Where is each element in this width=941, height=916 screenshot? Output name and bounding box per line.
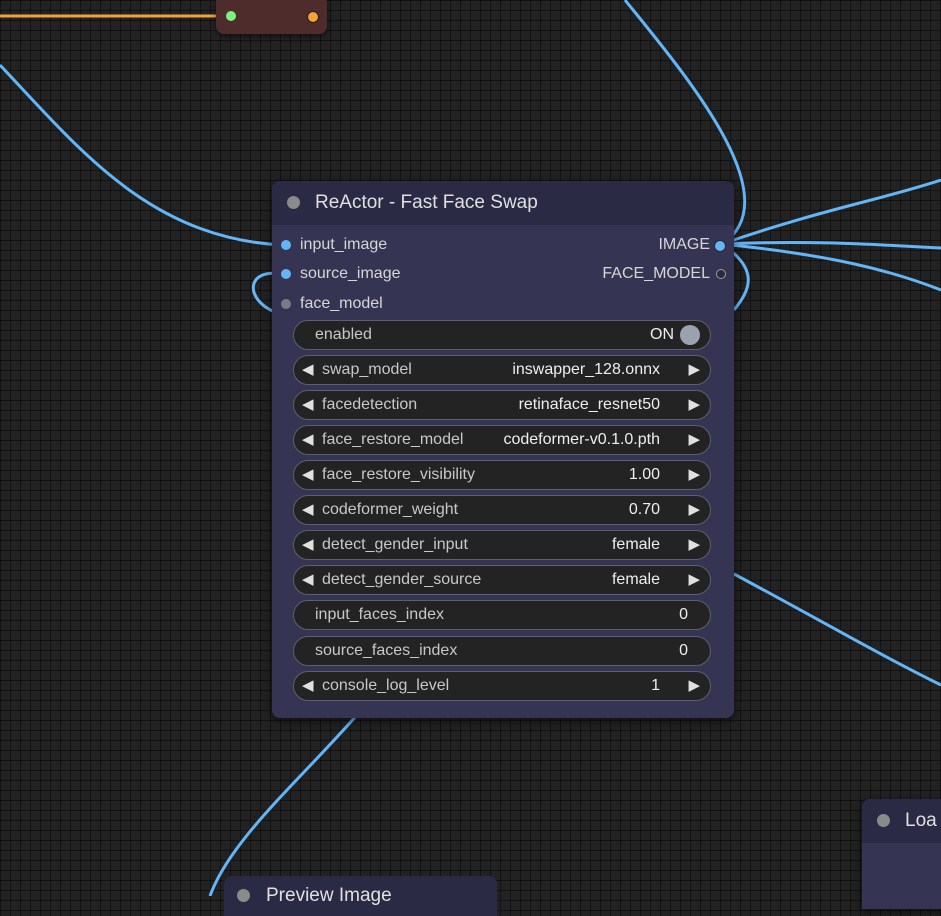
widget-label: facedetection: [322, 396, 418, 413]
arrow-left-icon[interactable]: ◀: [302, 496, 314, 524]
widget-label: face_restore_visibility: [322, 466, 475, 483]
arrow-right-icon[interactable]: ▶: [688, 496, 700, 524]
node-title: Preview Image: [266, 885, 392, 906]
widget-value: ON: [650, 326, 674, 343]
widget-input-faces-index[interactable]: input_faces_index 0: [293, 600, 711, 630]
slot-dot-icon[interactable]: [281, 269, 291, 279]
widget-source-faces-index[interactable]: source_faces_index 0: [293, 636, 711, 666]
input-slot-source-image[interactable]: source_image: [281, 263, 481, 285]
wire-right-lower: [733, 572, 941, 687]
widget-codeformer-weight[interactable]: ◀ codeformer_weight 0.70 ▶: [293, 495, 711, 525]
arrow-right-icon[interactable]: ▶: [688, 531, 700, 559]
slot-dot-icon[interactable]: [716, 269, 726, 279]
slot-dot-icon[interactable]: [281, 299, 291, 309]
arrow-left-icon[interactable]: ◀: [302, 461, 314, 489]
output-slot-face-model[interactable]: FACE_MODEL: [526, 263, 726, 285]
slot-dot-icon[interactable]: [281, 240, 291, 250]
reroute-node[interactable]: [216, 0, 327, 34]
arrow-left-icon[interactable]: ◀: [302, 672, 314, 700]
node-title: ReActor - Fast Face Swap: [315, 192, 538, 213]
wire-output-1: [721, 178, 941, 246]
input-slot-face-model[interactable]: face_model: [281, 293, 481, 315]
widget-label: swap_model: [322, 361, 412, 378]
widget-value: inswapper_128.onnx: [512, 361, 660, 378]
widget-value: 0.70: [628, 501, 660, 518]
arrow-right-icon[interactable]: ▶: [688, 426, 700, 454]
arrow-right-icon[interactable]: ▶: [688, 461, 700, 489]
output-slot-dot-icon[interactable]: [307, 11, 319, 23]
collapse-dot-icon[interactable]: [877, 814, 890, 827]
widget-label: codeformer_weight: [322, 501, 459, 518]
widget-label: console_log_level: [322, 677, 450, 694]
widget-swap-model[interactable]: ◀ swap_model inswapper_128.onnx ▶: [293, 355, 711, 385]
slot-label: IMAGE: [658, 236, 710, 253]
arrow-left-icon[interactable]: ◀: [302, 356, 314, 384]
reactor-node[interactable]: ReActor - Fast Face Swap input_image sou…: [272, 181, 734, 718]
widget-value: retinaface_resnet50: [518, 396, 660, 413]
wire-to-input-image: [0, 63, 283, 247]
widget-label: face_restore_model: [322, 431, 464, 448]
widget-label: source_faces_index: [315, 642, 458, 659]
toggle-knob-icon[interactable]: [680, 325, 700, 345]
collapse-dot-icon[interactable]: [287, 196, 300, 209]
arrow-left-icon[interactable]: ◀: [302, 531, 314, 559]
arrow-right-icon[interactable]: ▶: [688, 391, 700, 419]
arrow-right-icon[interactable]: ▶: [688, 672, 700, 700]
widget-detect-gender-input[interactable]: ◀ detect_gender_input female ▶: [293, 530, 711, 560]
widget-label: detect_gender_source: [322, 571, 482, 588]
widget-value: 1: [651, 677, 660, 694]
widget-value: 0: [679, 606, 688, 623]
widget-label: input_faces_index: [315, 606, 444, 623]
slot-dot-icon[interactable]: [714, 240, 726, 252]
widget-face-restore-model[interactable]: ◀ face_restore_model codeformer-v0.1.0.p…: [293, 425, 711, 455]
node-title-bar[interactable]: Loa: [862, 799, 941, 843]
arrow-left-icon[interactable]: ◀: [302, 566, 314, 594]
slot-label: input_image: [300, 236, 388, 253]
widget-label: detect_gender_input: [322, 536, 468, 553]
slot-label: face_model: [300, 295, 383, 312]
widget-value: female: [611, 571, 660, 588]
node-title-bar[interactable]: ReActor - Fast Face Swap: [272, 181, 734, 225]
slot-label: source_image: [300, 265, 401, 282]
widget-console-log-level[interactable]: ◀ console_log_level 1 ▶: [293, 671, 711, 701]
widget-value: 1.00: [628, 466, 660, 483]
wire-bottom-left: [208, 715, 358, 896]
preview-image-node[interactable]: Preview Image: [224, 876, 497, 916]
wire-output-3: [721, 242, 941, 292]
arrow-right-icon[interactable]: ▶: [688, 566, 700, 594]
widget-value: 0: [679, 642, 688, 659]
load-node[interactable]: Loa: [862, 799, 941, 909]
widget-detect-gender-source[interactable]: ◀ detect_gender_source female ▶: [293, 565, 711, 595]
widget-value: female: [611, 536, 660, 553]
widget-label: enabled: [315, 326, 372, 343]
widget-face-restore-visibility[interactable]: ◀ face_restore_visibility 1.00 ▶: [293, 460, 711, 490]
slot-label: FACE_MODEL: [602, 265, 710, 282]
output-slot-image[interactable]: IMAGE: [526, 234, 726, 256]
node-title: Loa: [905, 810, 937, 831]
arrow-left-icon[interactable]: ◀: [302, 391, 314, 419]
widget-facedetection[interactable]: ◀ facedetection retinaface_resnet50 ▶: [293, 390, 711, 420]
input-slot-input-image[interactable]: input_image: [281, 234, 481, 256]
input-slot-dot-icon[interactable]: [226, 11, 236, 21]
widget-enabled-toggle[interactable]: enabled ON: [293, 320, 711, 350]
widget-value: codeformer-v0.1.0.pth: [503, 431, 660, 448]
arrow-right-icon[interactable]: ▶: [688, 356, 700, 384]
arrow-left-icon[interactable]: ◀: [302, 426, 314, 454]
